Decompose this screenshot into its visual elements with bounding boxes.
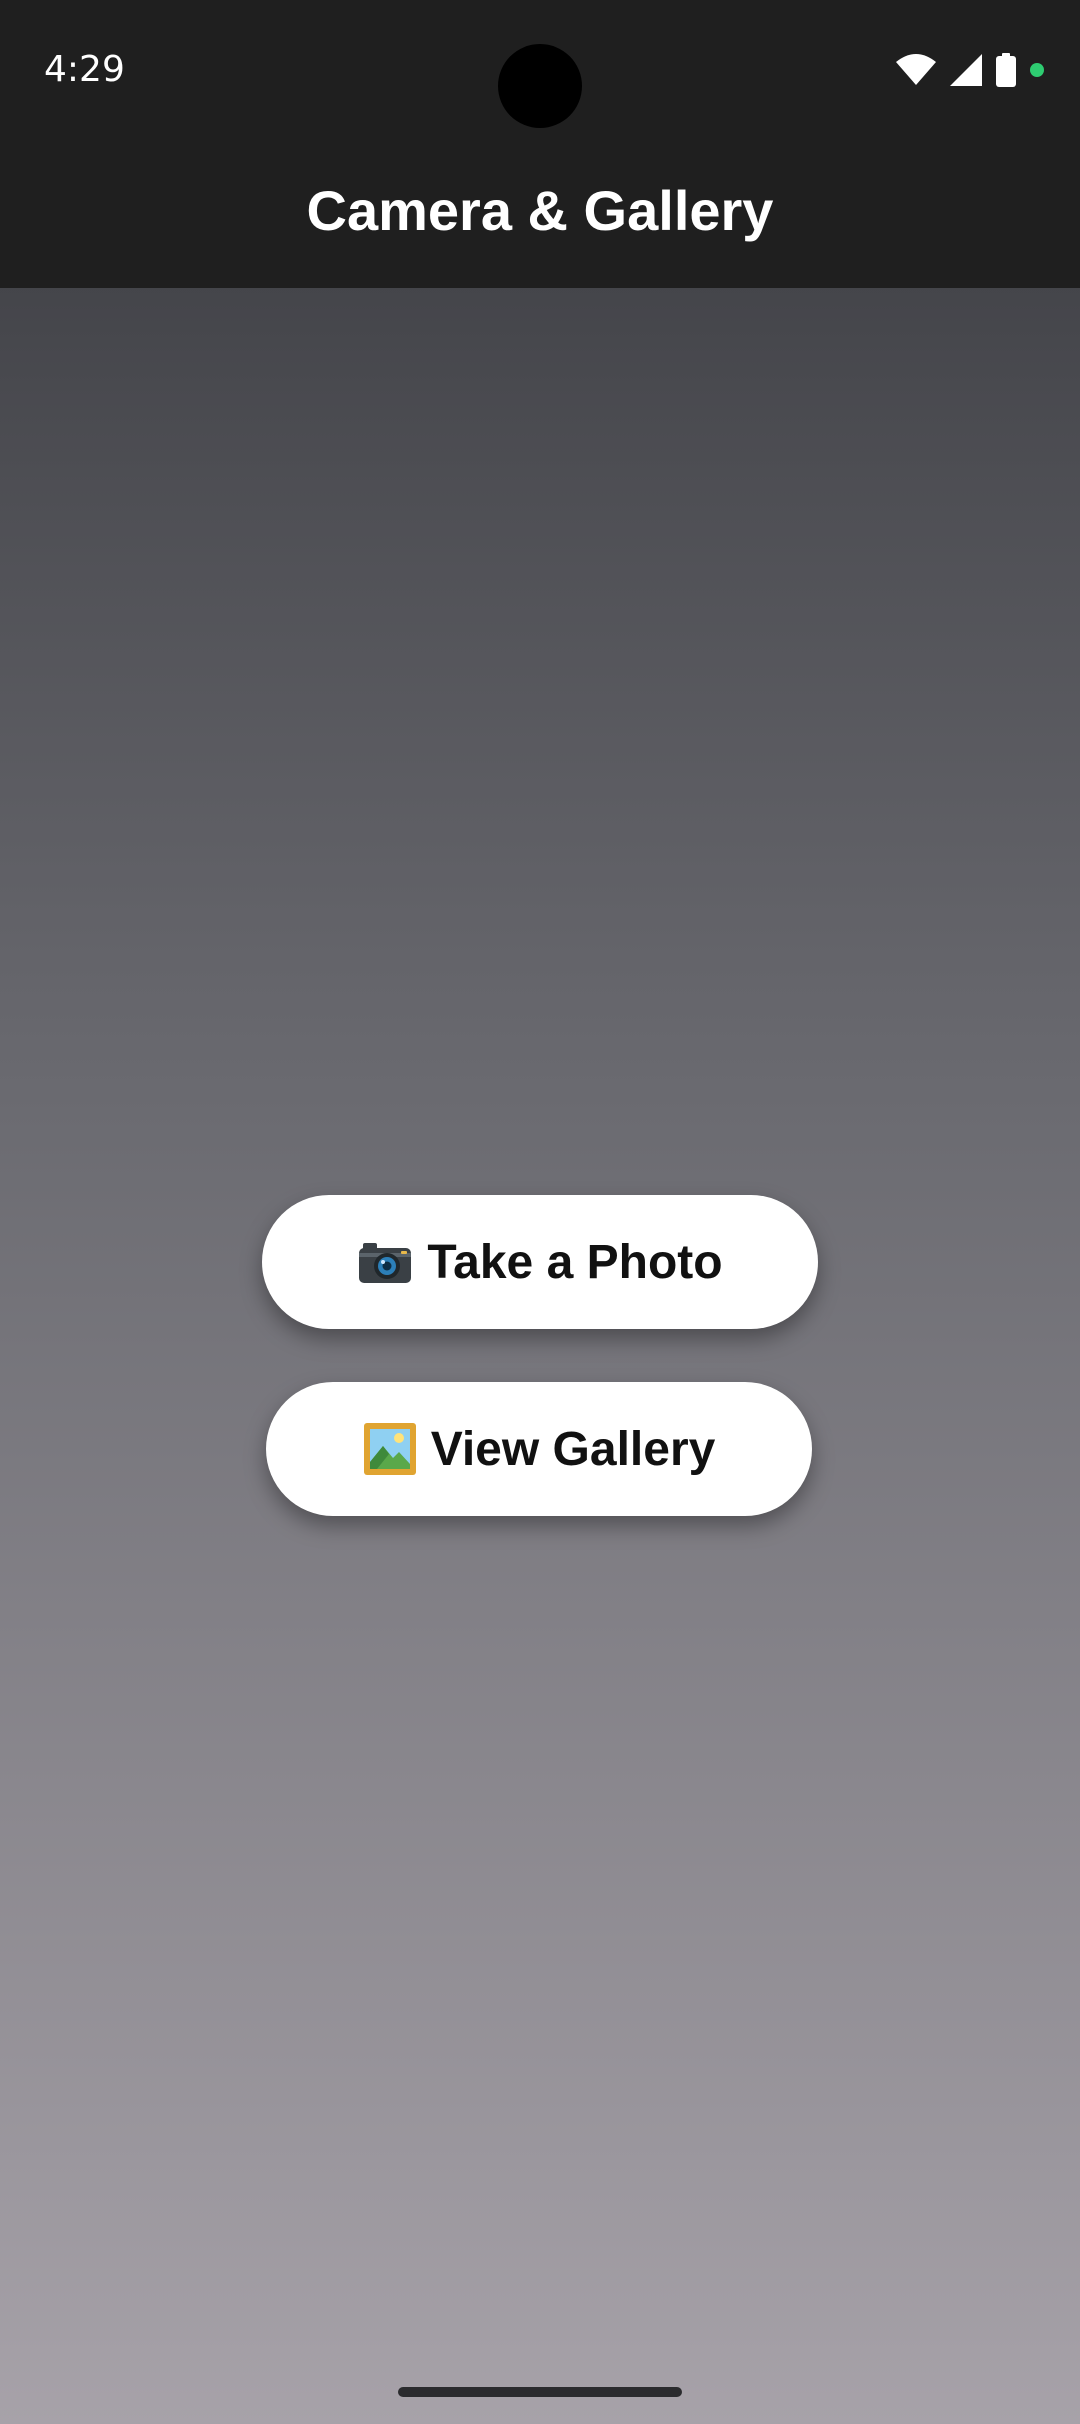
status-time: 4:29 xyxy=(44,49,125,90)
top-app-bar: 4:29 Camera & Gallery xyxy=(0,0,1080,288)
app-screen: 4:29 Camera & Gallery Take a Photo View … xyxy=(0,0,1080,2424)
status-icons xyxy=(896,52,1044,88)
take-photo-button[interactable]: Take a Photo xyxy=(262,1195,818,1329)
privacy-indicator-dot xyxy=(1030,63,1044,77)
page-title: Camera & Gallery xyxy=(306,179,774,242)
take-photo-label: Take a Photo xyxy=(427,1235,723,1289)
view-gallery-button[interactable]: View Gallery xyxy=(266,1382,812,1516)
cellular-signal-icon xyxy=(950,54,982,86)
battery-icon xyxy=(996,53,1016,87)
camera-icon xyxy=(357,1239,413,1285)
front-camera-cutout xyxy=(498,44,582,128)
home-indicator[interactable] xyxy=(398,2387,682,2397)
view-gallery-label: View Gallery xyxy=(430,1422,716,1476)
wifi-icon xyxy=(896,54,936,86)
framed-picture-icon xyxy=(363,1422,417,1476)
